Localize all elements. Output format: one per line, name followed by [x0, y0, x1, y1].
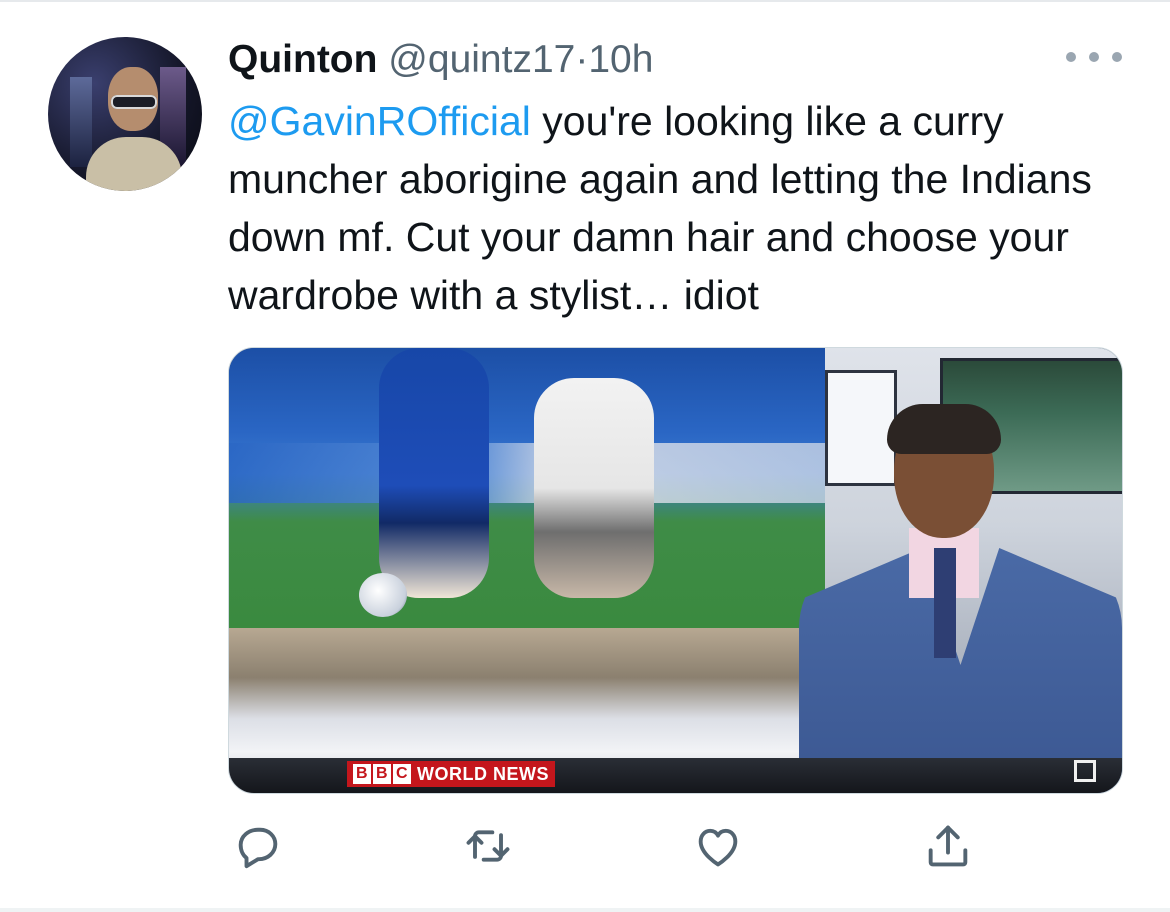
- football-player-white: [534, 378, 654, 598]
- bbc-logo-letter: B: [353, 764, 371, 784]
- bbc-logo: BBC: [353, 764, 411, 784]
- presenter-hair: [887, 404, 1001, 454]
- dot: [1066, 52, 1076, 62]
- more-options-icon[interactable]: [1066, 43, 1122, 71]
- avatar[interactable]: [48, 37, 202, 191]
- avatar-background-building: [70, 77, 92, 167]
- mention-link[interactable]: @GavinROfficial: [228, 98, 531, 144]
- author-handle[interactable]: @quintz17: [388, 38, 575, 81]
- tweet-timestamp[interactable]: 10h: [588, 38, 653, 81]
- bbc-world-news-badge: BBC WORLD NEWS: [347, 761, 555, 787]
- tweet[interactable]: Quinton @quintz17·10h @GavinROfficial yo…: [0, 0, 1170, 912]
- share-icon[interactable]: [922, 820, 974, 872]
- news-presenter: [799, 404, 1122, 793]
- studio-screen: [229, 348, 825, 628]
- football: [359, 573, 407, 617]
- presenter-tie: [934, 548, 956, 658]
- top-divider: [0, 0, 1170, 2]
- dot: [1112, 52, 1122, 62]
- stadium-banner: [229, 443, 825, 503]
- bottom-divider: [0, 908, 1170, 912]
- avatar-glasses: [111, 95, 157, 109]
- fullscreen-icon: [1074, 760, 1096, 782]
- tweet-actions: [228, 820, 988, 872]
- tweet-text: @GavinROfficial you're looking like a cu…: [228, 92, 1128, 324]
- header-separator: ·: [575, 38, 589, 81]
- retweet-icon[interactable]: [462, 820, 514, 872]
- bbc-logo-letter: B: [373, 764, 391, 784]
- bbc-logo-letter: C: [393, 764, 411, 784]
- tweet-media-image[interactable]: BBC WORLD NEWS: [228, 347, 1123, 794]
- football-player-blue: [379, 348, 489, 598]
- heart-icon[interactable]: [692, 820, 744, 872]
- reply-icon[interactable]: [232, 820, 284, 872]
- dot: [1089, 52, 1099, 62]
- channel-label: WORLD NEWS: [417, 763, 549, 784]
- author-name[interactable]: Quinton: [228, 38, 377, 81]
- tweet-header: Quinton @quintz17·10h: [228, 38, 653, 82]
